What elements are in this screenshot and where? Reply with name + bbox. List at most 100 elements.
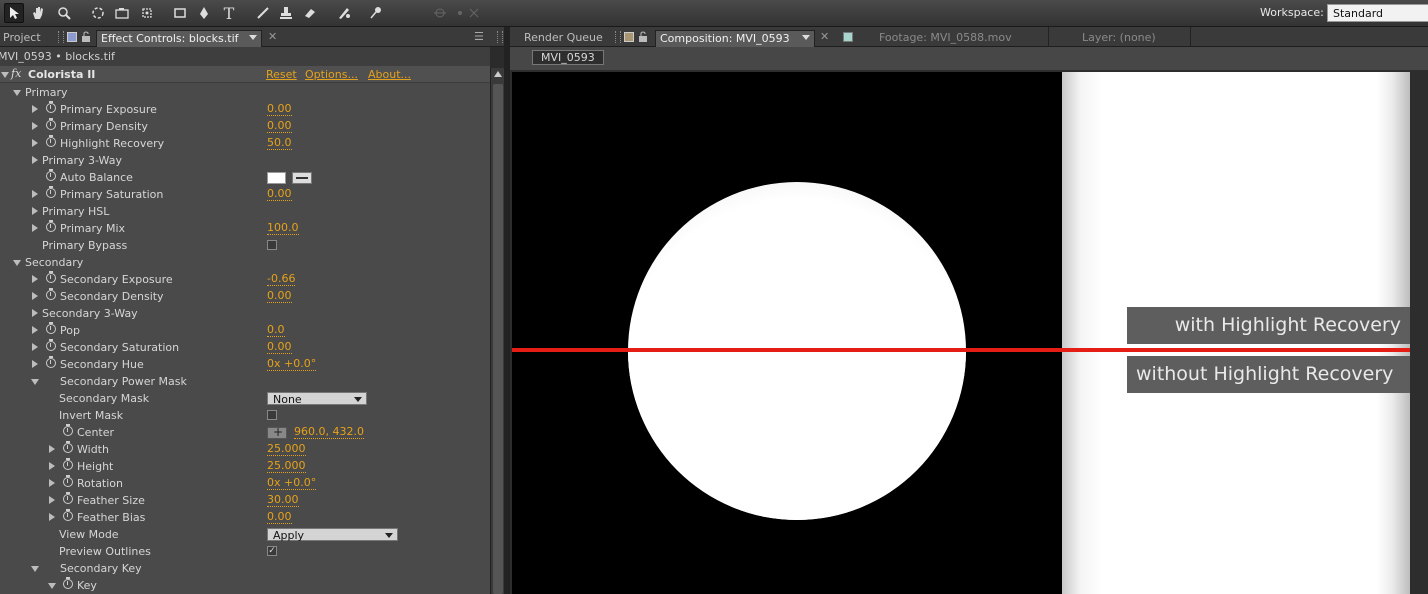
effect-property-row[interactable]: Primary Bypass <box>0 237 490 254</box>
effect-property-row[interactable]: Secondary <box>0 254 490 271</box>
effect-property-row[interactable]: Rotation 0x +0.0° <box>0 475 490 492</box>
property-value[interactable]: 0.00 <box>267 120 292 133</box>
effect-property-row[interactable]: Key <box>0 577 490 594</box>
property-value[interactable]: -0.66 <box>267 273 296 286</box>
rotation-tool-icon[interactable] <box>88 3 108 23</box>
pen-tool-icon[interactable] <box>194 3 214 23</box>
twirl-right-icon[interactable] <box>49 513 55 521</box>
effect-property-row[interactable]: Secondary Power Mask <box>0 373 490 390</box>
eyedropper-icon[interactable] <box>292 172 312 184</box>
property-value[interactable]: 0.0 <box>267 324 285 337</box>
property-value[interactable]: 960.0, 432.0 <box>294 426 364 439</box>
twirl-right-icon[interactable] <box>32 360 38 368</box>
about-link[interactable]: About... <box>368 68 411 81</box>
reset-link[interactable]: Reset <box>266 68 297 81</box>
stopwatch-icon[interactable] <box>46 169 56 181</box>
effect-property-row[interactable]: Secondary Mask None <box>0 390 490 407</box>
effect-controls-scrollbar[interactable] <box>490 68 504 594</box>
twirl-right-icon[interactable] <box>32 207 38 215</box>
twirl-down-icon[interactable] <box>31 379 39 385</box>
property-value[interactable]: 50.0 <box>267 137 292 150</box>
tab-composition[interactable]: Composition: MVI_0593 <box>655 30 815 47</box>
property-value[interactable]: 25.000 <box>267 460 306 473</box>
stopwatch-icon[interactable] <box>46 186 56 198</box>
effect-property-row[interactable]: Auto Balance <box>0 169 490 186</box>
panel-grip-icon[interactable] <box>497 31 503 43</box>
effect-property-row[interactable]: Feather Bias 0.00 <box>0 509 490 526</box>
stopwatch-icon[interactable] <box>63 458 73 470</box>
effect-property-row[interactable]: Center 960.0, 432.0 <box>0 424 490 441</box>
effect-property-row[interactable]: Primary <box>0 84 490 101</box>
twirl-down-icon[interactable] <box>1 72 9 78</box>
effect-property-row[interactable]: Preview Outlines ✓ <box>0 543 490 560</box>
stopwatch-icon[interactable] <box>46 135 56 147</box>
effect-property-row[interactable]: Invert Mask <box>0 407 490 424</box>
twirl-down-icon[interactable] <box>48 583 56 589</box>
property-checkbox[interactable] <box>267 410 277 420</box>
twirl-right-icon[interactable] <box>49 445 55 453</box>
twirl-right-icon[interactable] <box>32 190 38 198</box>
panel-grip-icon[interactable] <box>58 31 64 43</box>
chevron-down-icon[interactable] <box>249 35 257 40</box>
property-value[interactable]: 0.00 <box>267 188 292 201</box>
effect-property-row[interactable]: Primary Mix 100.0 <box>0 220 490 237</box>
roto-brush-tool-icon[interactable] <box>334 3 354 23</box>
effect-property-row[interactable]: Primary 3-Way <box>0 152 490 169</box>
lock-icon[interactable] <box>638 31 648 42</box>
workspace-select[interactable]: Standard <box>1327 4 1428 22</box>
stopwatch-icon[interactable] <box>63 492 73 504</box>
twirl-right-icon[interactable] <box>49 462 55 470</box>
property-value[interactable]: 100.0 <box>267 222 299 235</box>
twirl-right-icon[interactable] <box>32 156 38 164</box>
panel-grip-icon[interactable] <box>615 31 621 43</box>
property-value[interactable]: 0.00 <box>267 341 292 354</box>
stopwatch-icon[interactable] <box>63 475 73 487</box>
twirl-right-icon[interactable] <box>32 105 38 113</box>
property-value[interactable]: 0.00 <box>267 103 292 116</box>
twirl-right-icon[interactable] <box>32 122 38 130</box>
chevron-down-icon[interactable] <box>802 35 810 40</box>
stopwatch-icon[interactable] <box>46 118 56 130</box>
twirl-right-icon[interactable] <box>49 479 55 487</box>
composition-breadcrumb-button[interactable]: MVI_0593 <box>532 50 604 65</box>
effect-property-row[interactable]: Secondary Exposure -0.66 <box>0 271 490 288</box>
point-crosshair-icon[interactable] <box>267 425 287 439</box>
stopwatch-icon[interactable] <box>46 271 56 283</box>
stopwatch-icon[interactable] <box>63 441 73 453</box>
effect-property-row[interactable]: Feather Size 30.00 <box>0 492 490 509</box>
stopwatch-icon[interactable] <box>46 356 56 368</box>
text-tool-icon[interactable]: T <box>219 3 239 23</box>
effect-property-row[interactable]: Primary Exposure 0.00 <box>0 101 490 118</box>
twirl-right-icon[interactable] <box>32 224 38 232</box>
lock-icon[interactable] <box>81 31 91 42</box>
brush-tool-icon[interactable] <box>253 3 273 23</box>
twirl-right-icon[interactable] <box>32 343 38 351</box>
effect-property-row[interactable]: Highlight Recovery 50.0 <box>0 135 490 152</box>
stopwatch-icon[interactable] <box>46 339 56 351</box>
effect-property-row[interactable]: Pop 0.0 <box>0 322 490 339</box>
pan-behind-tool-icon[interactable] <box>137 3 157 23</box>
property-value[interactable]: 0.00 <box>267 290 292 303</box>
twirl-right-icon[interactable] <box>32 326 38 334</box>
twirl-down-icon[interactable] <box>31 566 39 572</box>
effect-property-row[interactable]: Height 25.000 <box>0 458 490 475</box>
eraser-tool-icon[interactable] <box>300 3 320 23</box>
options-link[interactable]: Options... <box>305 68 358 81</box>
rectangle-tool-icon[interactable] <box>170 3 190 23</box>
property-value[interactable]: 30.00 <box>267 494 299 507</box>
effect-property-row[interactable]: Primary Density 0.00 <box>0 118 490 135</box>
panel-menu-icon[interactable]: ☰ <box>474 30 484 43</box>
effect-property-row[interactable]: Width 25.000 <box>0 441 490 458</box>
zoom-tool-icon[interactable] <box>54 3 74 23</box>
effect-property-row[interactable]: Secondary Density 0.00 <box>0 288 490 305</box>
twirl-down-icon[interactable] <box>13 90 21 96</box>
property-value[interactable]: 0.00 <box>267 511 292 524</box>
effect-property-row[interactable]: View Mode Apply <box>0 526 490 543</box>
selection-tool-icon[interactable] <box>4 3 24 23</box>
tab-layer[interactable]: Layer: (none) <box>1078 30 1160 47</box>
twirl-right-icon[interactable] <box>32 139 38 147</box>
tab-effect-controls[interactable]: Effect Controls: blocks.tif <box>96 30 262 47</box>
color-swatch[interactable] <box>267 172 286 184</box>
property-checkbox[interactable] <box>267 240 277 250</box>
close-icon[interactable]: ✕ <box>820 30 829 43</box>
